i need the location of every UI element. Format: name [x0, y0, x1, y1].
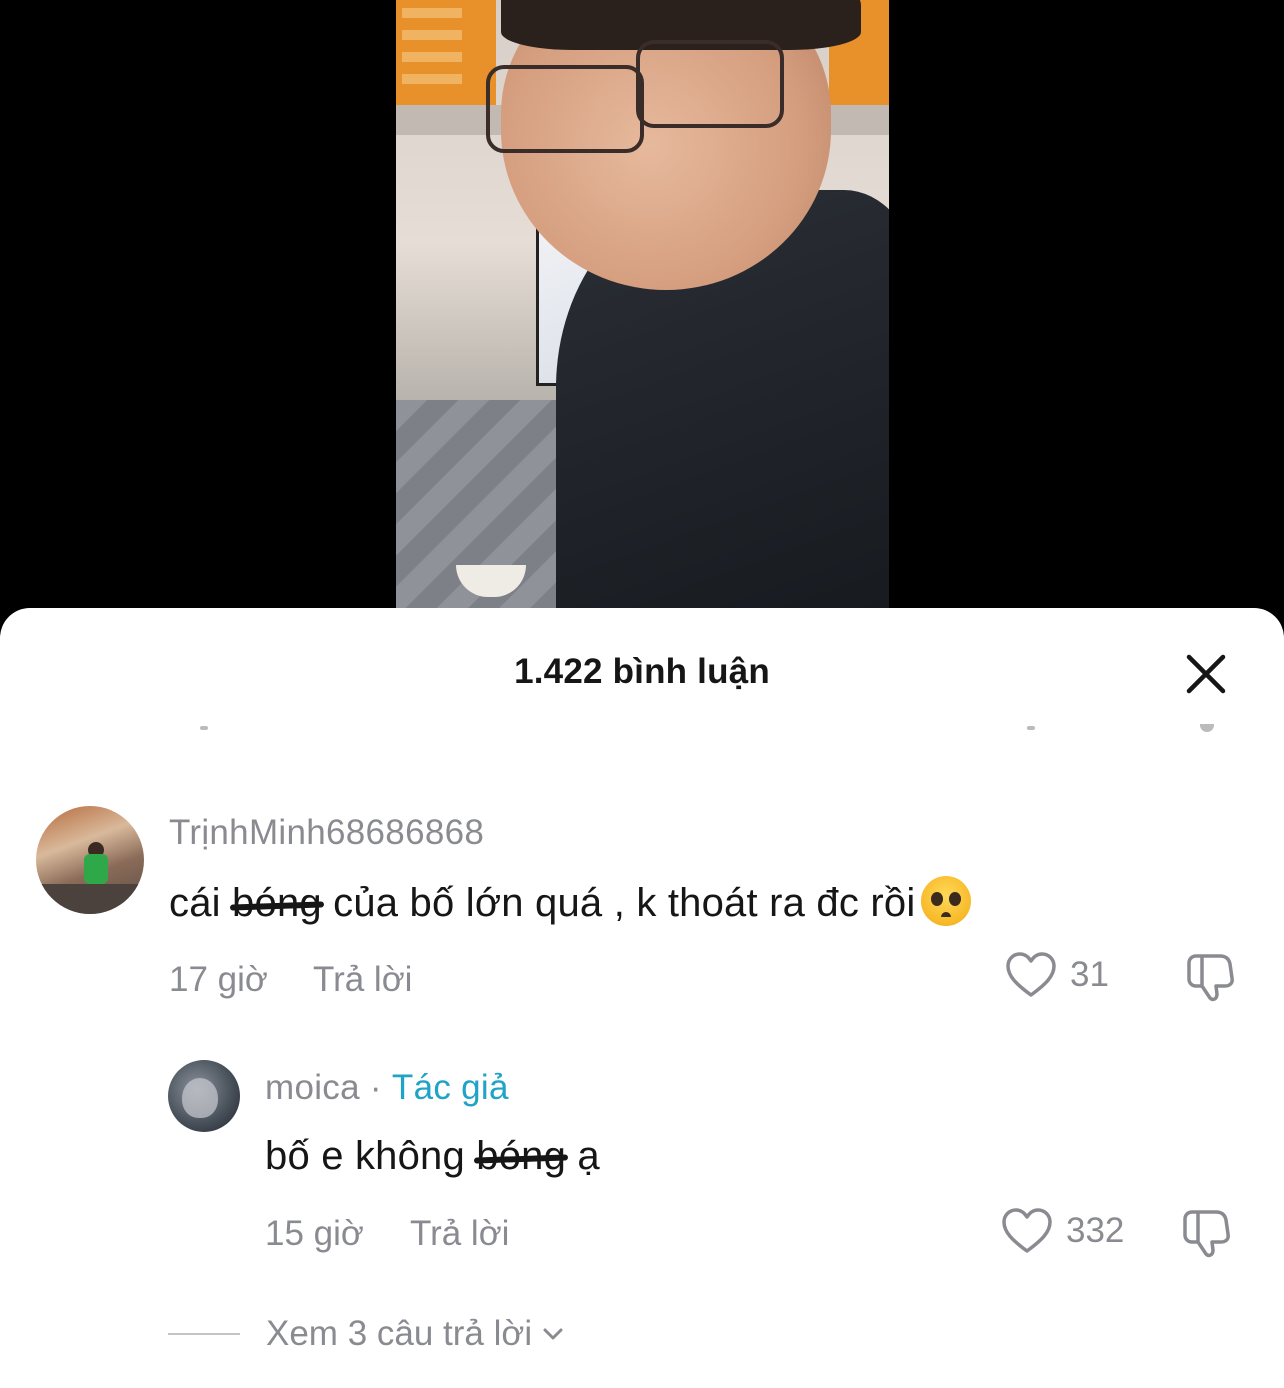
reply-username-line: moica · Tác giả: [265, 1068, 509, 1108]
reply-username[interactable]: moica: [265, 1068, 360, 1107]
chevron-down-icon: [543, 1328, 563, 1340]
comment-text: cái bóng của bố lớn quá , k thoát ra đc …: [169, 876, 972, 926]
close-icon: [1186, 654, 1226, 694]
like-count: 332: [1066, 1211, 1125, 1250]
reply-text-part: ạ: [566, 1134, 600, 1178]
like-button[interactable]: 332: [1000, 1206, 1124, 1256]
video-person-glasses-right: [636, 40, 784, 128]
avatar-figure: [84, 854, 108, 884]
avatar-face: [182, 1078, 218, 1118]
scribbled-word: bóng: [232, 881, 322, 925]
comment-timestamp: 17 giờ: [169, 960, 268, 999]
comments-count-title: 1.422 bình luận: [514, 652, 770, 691]
scroll-hint-right: [1200, 724, 1214, 732]
scribbled-word: bóng: [476, 1134, 567, 1178]
comment-text-part: của bố lớn quá , k thoát ra đc rồi: [321, 881, 916, 925]
heart-outline-icon: [1002, 1208, 1052, 1253]
comment-username[interactable]: TrịnhMinh68686868: [169, 813, 484, 853]
reply-button[interactable]: Trả lời: [313, 960, 412, 1000]
video-player[interactable]: [0, 0, 1284, 640]
heart-outline-icon: [1006, 952, 1056, 997]
reply-button[interactable]: Trả lời: [410, 1214, 509, 1254]
comment-text-part: cái: [169, 881, 233, 925]
scroll-hint-left: [200, 726, 208, 730]
like-count: 31: [1070, 955, 1109, 994]
thumbs-down-icon: [1183, 1210, 1230, 1258]
divider-line: [168, 1333, 240, 1335]
author-badge: Tác giả: [391, 1068, 509, 1107]
separator-dot: ·: [359, 1068, 392, 1107]
view-replies-label: Xem 3 câu trả lời: [266, 1314, 533, 1353]
avatar[interactable]: [36, 806, 144, 914]
view-more-replies-button[interactable]: Xem 3 câu trả lời: [168, 1314, 568, 1354]
avatar-bg: [36, 884, 144, 914]
comments-sheet: 1.422 bình luận TrịnhMinh68686868 cái bó…: [0, 608, 1284, 1388]
video-bg-sign: [396, 0, 496, 105]
dislike-button[interactable]: [1178, 1204, 1234, 1260]
video-person-glasses-left: [486, 65, 644, 153]
scroll-hint-mid: [1027, 726, 1035, 730]
reply-timestamp: 15 giờ: [265, 1214, 364, 1253]
dislike-button[interactable]: [1182, 948, 1238, 1004]
like-button[interactable]: 31: [1004, 950, 1109, 1000]
reply-text-part: bố e không: [265, 1134, 477, 1178]
close-button[interactable]: [1178, 646, 1234, 702]
avatar[interactable]: [168, 1060, 240, 1132]
reply-text: bố e không bóng ạ: [265, 1134, 600, 1179]
video-frame[interactable]: [396, 0, 889, 610]
thumbs-down-icon: [1187, 954, 1234, 1002]
pleading-face-emoji: [921, 876, 972, 926]
